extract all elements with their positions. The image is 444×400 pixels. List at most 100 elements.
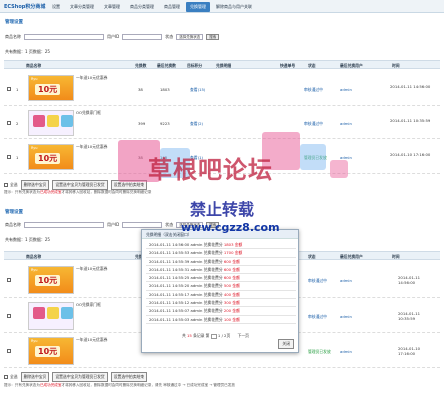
nav-articles[interactable]: 文章管理 <box>100 2 124 12</box>
product-image[interactable] <box>28 110 74 136</box>
time: 2014-01-11 10:35:59 <box>398 311 421 321</box>
last-user[interactable]: admin <box>340 349 352 354</box>
row-checkbox[interactable] <box>7 87 11 91</box>
search-button[interactable]: 搜索 <box>206 34 220 40</box>
row-checkbox[interactable] <box>7 155 11 159</box>
col-express: 快递单号 <box>280 63 296 68</box>
watermark-title: 草根吧论坛 <box>148 156 273 184</box>
redeem-count: 38 <box>138 87 143 92</box>
mark-shipped-button[interactable]: 设置选中宝贝为管理员已发货 <box>52 372 108 382</box>
delete-selected-button[interactable]: 删除选中宝贝 <box>20 180 50 190</box>
col-user: 最后兑换用户 <box>340 254 363 259</box>
col-name: 商品名称 <box>26 254 42 259</box>
coupon-tag: Ryu <box>31 146 38 150</box>
status-text: 管理员已发放 <box>308 349 331 354</box>
user-label: 用户ID <box>107 34 120 39</box>
last-user[interactable]: admin <box>340 278 352 283</box>
time: 2014-01-10 17:16:00 <box>398 346 421 356</box>
last-user[interactable]: admin <box>340 87 352 92</box>
product-image[interactable]: Ryu 10元 <box>28 266 74 294</box>
detail-link[interactable]: 查看(15) <box>190 87 205 93</box>
list-item: 2014-01-11 14:55:53 admin 兑换花费分 1700 金额 <box>146 249 296 258</box>
main-nav: 设置 文章分类管理 文章管理 商品分类管理 商品管理 兑换管理 解除商品与用户关… <box>48 2 258 12</box>
status-text: 审核通过中 <box>308 278 327 283</box>
col-last: 最后兑换数 <box>157 63 176 68</box>
last-count: 1803 <box>160 87 170 92</box>
detail-link[interactable]: 查看(2) <box>190 121 203 127</box>
time: 2014-01-10 17:16:00 <box>390 152 431 157</box>
table-header: 商品名称 兑换数 最后兑换数 目标积分 兑换明细 快递单号 状态 最后兑换用户 … <box>4 60 440 69</box>
coupon-value: 10元 <box>35 346 61 357</box>
nav-product-categories[interactable]: 商品分类管理 <box>126 2 158 12</box>
status-label: 状态 <box>165 222 174 227</box>
list-item: 2014-01-11 14:55:25 admin 兑换花费分 600 金额 <box>146 274 296 283</box>
coupon-tag: Ryu <box>31 339 38 343</box>
close-button[interactable]: 关闭 <box>278 339 294 349</box>
last-user[interactable]: admin <box>340 314 352 319</box>
tshirt-blue <box>61 115 73 127</box>
product-image[interactable]: Ryu 10元 <box>28 75 74 101</box>
name-input[interactable] <box>24 34 104 40</box>
list-item: 2014-01-11 14:55:03 admin 兑换花费分 100 金额 <box>146 316 296 324</box>
page-input[interactable] <box>210 333 217 339</box>
row-checkbox[interactable] <box>7 278 11 282</box>
next-page-link[interactable]: 下一页 <box>237 333 248 338</box>
mark-shipped-button[interactable]: 设置选中宝贝为管理员已发货 <box>52 180 108 190</box>
product-caption[interactable]: 一年送10元优惠券 <box>76 144 107 150</box>
select-all-checkbox[interactable] <box>4 375 8 379</box>
delete-selected-button[interactable]: 删除选中宝贝 <box>20 372 50 382</box>
col-user: 最后兑换用户 <box>340 63 363 68</box>
table-row: 2 OO兑换家门框 399 9223 查看(2) 审核通过中 admin 201… <box>4 107 440 139</box>
status-select[interactable]: 选择兑换状态 <box>176 34 204 40</box>
nav-unlink[interactable]: 解除商品与用户关联 <box>212 2 256 12</box>
watermark-block <box>330 160 348 178</box>
status-text: 审核通过中 <box>308 314 327 319</box>
tshirt-pink <box>33 307 45 319</box>
product-caption[interactable]: 一年送10元优惠券 <box>76 75 107 81</box>
coupon-value: 10元 <box>35 153 61 164</box>
status-label: 状态 <box>165 34 174 39</box>
product-image[interactable]: Ryu 10元 <box>28 144 74 170</box>
tshirt-pink <box>33 115 45 127</box>
nav-redemptions[interactable]: 兑换管理 <box>186 2 210 12</box>
product-image[interactable]: Ryu 10元 <box>28 337 74 365</box>
select-all-checkbox[interactable] <box>4 183 8 187</box>
name-input[interactable] <box>24 222 104 228</box>
row-checkbox[interactable] <box>7 314 11 318</box>
filter-bar: 商品名称 用户ID 状态 选择兑换状态 搜索 <box>5 34 220 40</box>
product-caption[interactable]: 一年送10元优惠券 <box>76 266 107 272</box>
hint-text: 提示：只有兑换状态为已成功完成宝才将其移入回收站，删除数据时会同时删除兑换明细记… <box>4 190 152 194</box>
record-count: 共有数据：1 页数据：25 <box>5 49 50 54</box>
nav-settings[interactable]: 设置 <box>48 2 64 12</box>
app-logo: ECShop积分商城 <box>4 4 46 10</box>
list-item: 2014-01-11 14:55:39 admin 兑换花费分 600 金额 <box>146 258 296 266</box>
user-input[interactable] <box>122 222 163 228</box>
nav-products[interactable]: 商品管理 <box>160 2 184 12</box>
hint-text: 提示：只有兑换状态为已成功完成宝才将其移入回收站，删除数据时会同时删除兑换明细记… <box>4 383 235 387</box>
tshirt-yellow <box>47 307 59 319</box>
user-input[interactable] <box>122 34 163 40</box>
product-caption[interactable]: OO兑换家门框 <box>76 302 101 308</box>
list-item: 2014-01-11 14:55:12 admin 兑换花费分 300 金额 <box>146 299 296 308</box>
watermark-block <box>300 144 326 170</box>
list-item: 2014-01-11 14:55:31 admin 兑换花费分 600 金额 <box>146 266 296 275</box>
name-label: 商品名称 <box>5 34 21 39</box>
current-page: 1 <box>217 333 221 338</box>
row-checkbox[interactable] <box>7 121 11 125</box>
product-image[interactable] <box>28 302 74 330</box>
section-title: 管理设置 <box>5 20 23 25</box>
product-caption[interactable]: OO兑换家门框 <box>76 110 101 116</box>
row-checkbox[interactable] <box>7 349 11 353</box>
end-auction-button[interactable]: 设置选中拍卖结束 <box>110 372 148 382</box>
section-title: 管理设置 <box>5 210 23 215</box>
last-user[interactable]: admin <box>340 121 352 126</box>
nav-article-categories[interactable]: 文章分类管理 <box>66 2 98 12</box>
time: 2014-01-11 14:56:00 <box>398 275 421 285</box>
col-status: 状态 <box>308 63 316 68</box>
list-item: 2014-01-11 14:55:20 admin 兑换花费分 500 金额 <box>146 282 296 291</box>
product-caption[interactable]: 一年送10元优惠券 <box>76 337 107 343</box>
total-count: 15 <box>187 333 192 338</box>
redeem-count: 399 <box>138 121 146 126</box>
col-status: 状态 <box>308 254 316 259</box>
last-count: 9223 <box>160 121 170 126</box>
